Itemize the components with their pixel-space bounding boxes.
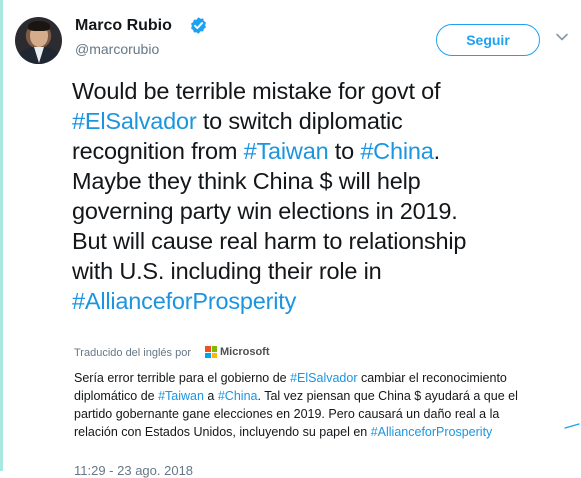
follow-button[interactable]: Seguir (436, 24, 540, 56)
tweet-line: But will cause real harm to relationship (72, 226, 577, 256)
tweet-line: governing party win elections in 2019. (72, 196, 577, 226)
translation-segment: a (203, 389, 218, 403)
hashtag-link[interactable]: #ElSalvador (72, 108, 197, 134)
cursor-mark (564, 423, 580, 429)
translation-text: Sería error terrible para el gobierno de… (74, 369, 574, 441)
ms-logo-green (211, 346, 217, 352)
tweet-segment: . (433, 138, 441, 164)
tweet-segment: governing party win elections in 2019. (72, 198, 458, 224)
translation-segment: cambiar el reconocimiento (357, 371, 507, 385)
tweet-text: Would be terrible mistake for govt of #El… (72, 76, 577, 316)
tweet-line: Would be terrible mistake for govt of (72, 76, 577, 106)
translation-segment: relación con Estados Unidos, incluyendo … (74, 425, 371, 439)
tweet-line: recognition from #Taiwan to #China. (72, 136, 577, 166)
tweet-segment: recognition from (72, 138, 244, 164)
translation-segment: diplomático de (74, 389, 159, 403)
hashtag-link[interactable]: #AllianceforProsperity (72, 288, 296, 314)
user-name[interactable]: Marco Rubio (75, 17, 172, 35)
translation-segment: partido gobernante gane elecciones en 20… (74, 407, 500, 421)
tweet-segment: But will cause real harm to relationship (72, 228, 467, 254)
translation-line: Sería error terrible para el gobierno de… (74, 369, 574, 387)
tweet-segment: Maybe they think China $ will help (72, 168, 421, 194)
hashtag-link[interactable]: #Taiwan (244, 138, 329, 164)
tweet-line: with U.S. including their role in (72, 256, 577, 286)
translation-segment: Sería error terrible para el gobierno de (74, 371, 291, 385)
tweet-line: #ElSalvador to switch diplomatic (72, 106, 577, 136)
translation-line: diplomático de #Taiwan a #China. Tal vez… (74, 387, 574, 405)
microsoft-logo-icon (205, 346, 217, 358)
hashtag-link[interactable]: #China (218, 389, 258, 403)
ms-logo-blue (205, 352, 211, 358)
avatar-hair (28, 21, 50, 31)
ms-logo-red (205, 346, 211, 352)
hashtag-link[interactable]: #Taiwan (158, 389, 204, 403)
chevron-down-icon[interactable] (554, 29, 570, 45)
tweet-line: Maybe they think China $ will help (72, 166, 577, 196)
translation-line: partido gobernante gane elecciones en 20… (74, 405, 574, 423)
hashtag-link[interactable]: #China (360, 138, 433, 164)
tweet-segment: Would be terrible mistake for govt of (72, 78, 441, 104)
hashtag-link[interactable]: #AllianceforProsperity (371, 425, 493, 439)
tweet-segment: to switch diplomatic (196, 108, 403, 134)
translation-line: relación con Estados Unidos, incluyendo … (74, 423, 574, 441)
translation-label: Traducido del inglés por (74, 347, 191, 359)
hashtag-link[interactable]: #ElSalvador (290, 371, 357, 385)
avatar[interactable] (15, 17, 62, 64)
thread-rule (0, 0, 3, 471)
translation-segment: . Tal vez piensan que China $ ayudará a … (257, 389, 518, 403)
ms-logo-yellow (211, 352, 217, 358)
user-handle[interactable]: @marcorubio (75, 41, 159, 57)
verified-badge-icon (191, 17, 206, 34)
tweet-segment: to (328, 138, 361, 164)
translation-provider[interactable]: Microsoft (220, 346, 270, 358)
tweet-line: #AllianceforProsperity (72, 286, 577, 316)
tweet-segment: with U.S. including their role in (72, 258, 382, 284)
